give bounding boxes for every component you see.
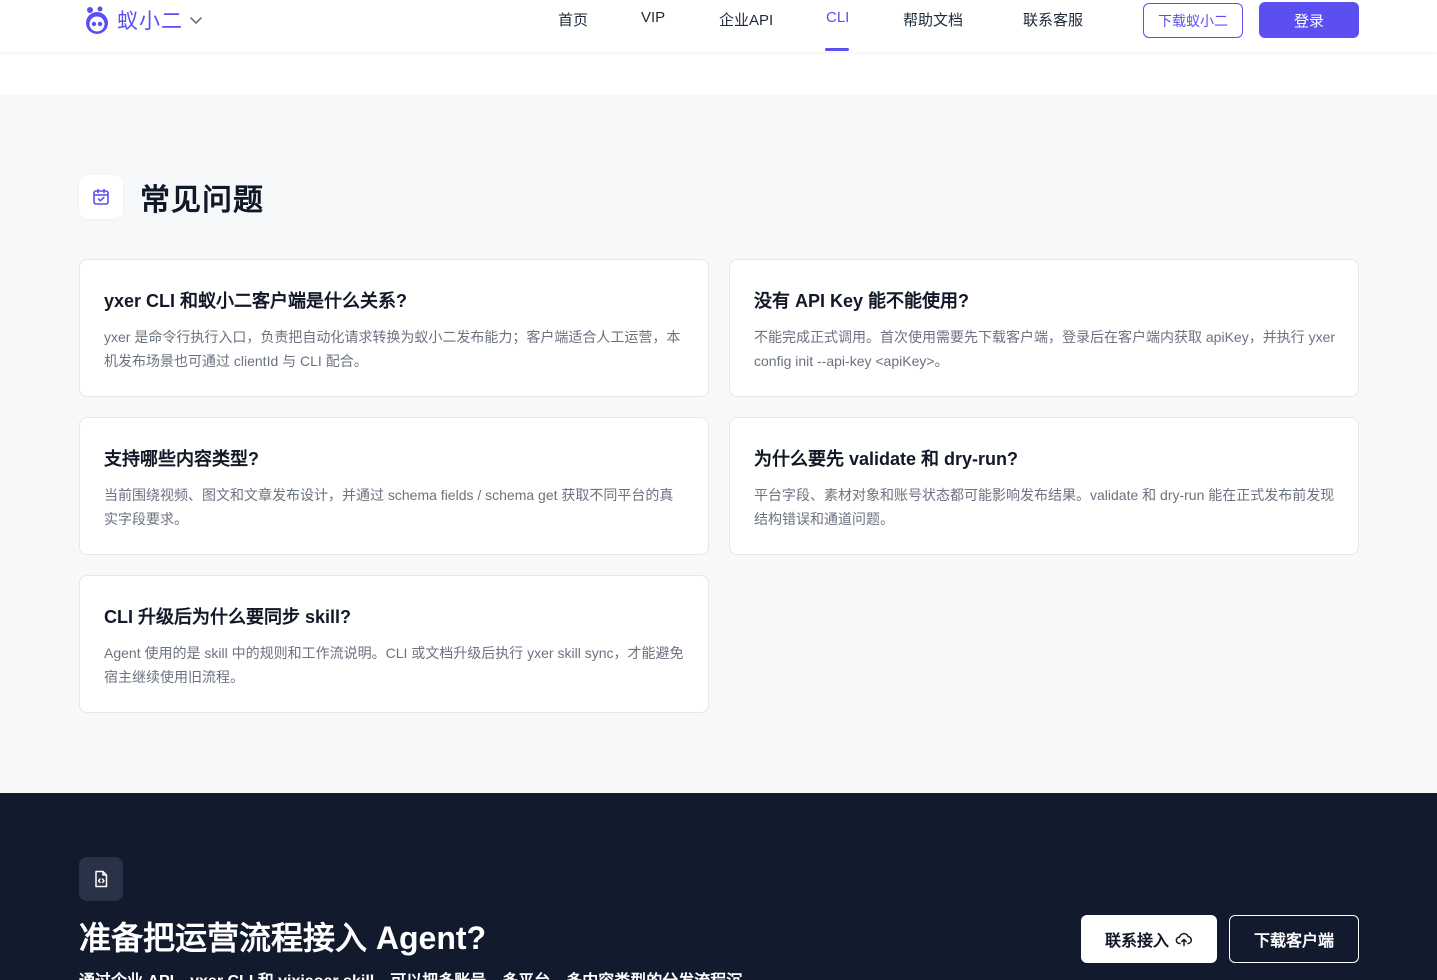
faq-question: 没有 API Key 能不能使用? [754, 291, 970, 311]
file-code-icon [95, 870, 108, 888]
faq-question: CLI 升级后为什么要同步 skill? [104, 607, 352, 627]
brand-name: 蚁小二 [117, 10, 183, 33]
faq-header: 常见问题 [79, 175, 264, 219]
calendar-check-icon [93, 188, 109, 205]
faq-card: 为什么要先 validate 和 dry-run? 平台字段、素材对象和账号状态… [729, 417, 1359, 555]
active-tab-indicator [825, 48, 849, 51]
ant-mascot-icon [86, 6, 108, 34]
faq-card: 没有 API Key 能不能使用? 不能完成正式调用。首次使用需要先下载客户端，… [729, 259, 1359, 397]
cta-section: 准备把运营流程接入 Agent? 通过企业 API、yxer CLI 和 yix… [0, 793, 1437, 980]
faq-question: yxer CLI 和蚁小二客户端是什么关系? [104, 291, 408, 311]
faq-answer: yxer 是命令行执行入口，负责把自动化请求转换为蚁小二发布能力；客户端适合人工… [104, 329, 681, 369]
download-client-button[interactable]: 下载客户端 [1229, 915, 1359, 963]
brand-logo[interactable]: 蚁小二 [81, 4, 203, 36]
nav-help-docs[interactable]: 帮助文档 [903, 9, 963, 30]
faq-question: 支持哪些内容类型? [104, 449, 259, 469]
nav-cli[interactable]: CLI [826, 9, 849, 26]
contact-integration-label: 联系接入 [1104, 933, 1169, 950]
nav-home[interactable]: 首页 [558, 9, 588, 30]
nav-contact-support[interactable]: 联系客服 [1023, 9, 1083, 30]
faq-answer: Agent 使用的是 skill 中的规则和工作流说明。CLI 或文档升级后执行… [104, 645, 684, 685]
nav-vip[interactable]: VIP [641, 9, 665, 26]
faq-answer: 当前围绕视频、图文和文章发布设计，并通过 schema fields / sch… [104, 487, 674, 527]
faq-question: 为什么要先 validate 和 dry-run? [754, 449, 1019, 469]
faq-icon-badge [79, 175, 123, 219]
top-navbar: 蚁小二 首页 VIP 企业API CLI 帮助文档 联系客服 下载蚁小二 登录 [0, 0, 1437, 52]
faq-answer: 平台字段、素材对象和账号状态都可能影响发布结果。validate 和 dry-r… [754, 487, 1335, 527]
faq-card: CLI 升级后为什么要同步 skill? Agent 使用的是 skill 中的… [79, 575, 709, 713]
nav-enterprise-api[interactable]: 企业API [719, 9, 773, 30]
contact-integration-button[interactable]: 联系接入 [1081, 915, 1217, 963]
download-app-button[interactable]: 下载蚁小二 [1143, 3, 1243, 38]
login-button[interactable]: 登录 [1259, 2, 1359, 38]
cta-title: 准备把运营流程接入 Agent? [79, 920, 487, 956]
cta-subtitle: 通过企业 API、yxer CLI 和 yixiaoer skill，可以把多账… [79, 967, 742, 980]
faq-answer: 不能完成正式调用。首次使用需要先下载客户端，登录后在客户端内获取 apiKey，… [754, 329, 1336, 369]
cloud-upload-icon [1175, 932, 1192, 947]
chevron-down-icon[interactable] [189, 13, 203, 27]
cta-icon-badge [79, 857, 123, 901]
faq-title: 常见问题 [140, 184, 264, 217]
faq-section: 常见问题 yxer CLI 和蚁小二客户端是什么关系? yxer 是命令行执行入… [0, 95, 1437, 793]
faq-card: yxer CLI 和蚁小二客户端是什么关系? yxer 是命令行执行入口，负责把… [79, 259, 709, 397]
faq-card: 支持哪些内容类型? 当前围绕视频、图文和文章发布设计，并通过 schema fi… [79, 417, 709, 555]
